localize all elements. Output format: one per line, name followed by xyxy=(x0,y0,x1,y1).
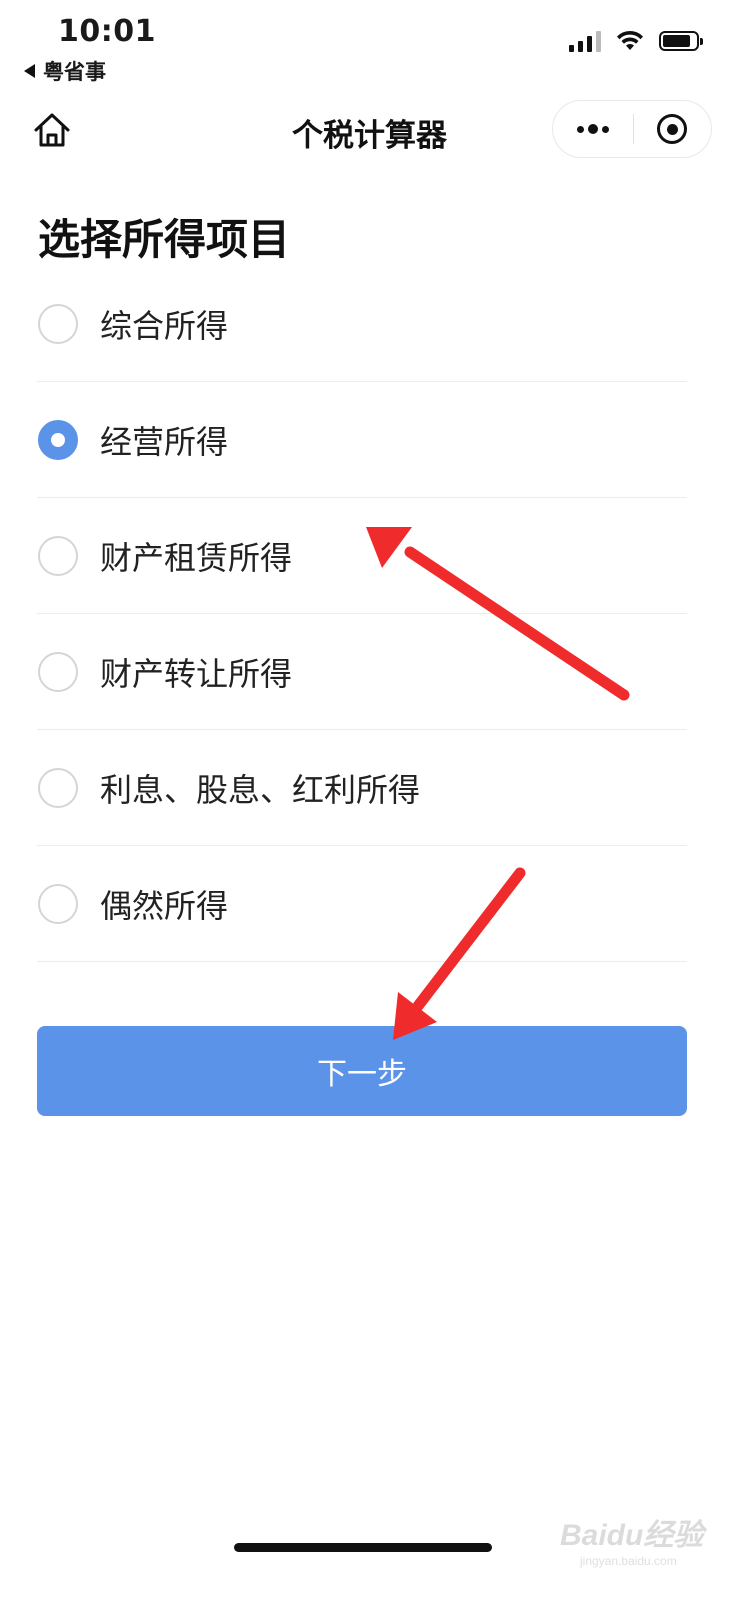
option-property-transfer-income[interactable]: 财产转让所得 xyxy=(37,614,687,730)
radio-button-selected[interactable] xyxy=(38,419,78,460)
more-dots-icon xyxy=(576,124,609,134)
nav-bar: 个税计算器 xyxy=(0,92,739,168)
back-to-app-link[interactable]: 粤省事 xyxy=(24,56,106,86)
home-indicator[interactable] xyxy=(234,1543,492,1552)
option-comprehensive-income[interactable]: 综合所得 xyxy=(37,266,687,382)
option-label: 综合所得 xyxy=(100,306,229,345)
watermark-main-text: Baidu经验 xyxy=(560,1519,704,1552)
baidu-jingyan-watermark: Baidu经验 jingyan.baidu.com xyxy=(560,1510,703,1568)
status-icons xyxy=(569,30,703,52)
radio-button[interactable] xyxy=(38,767,78,808)
option-incidental-income[interactable]: 偶然所得 xyxy=(37,846,687,962)
next-step-button[interactable]: 下一步 xyxy=(37,1026,687,1116)
back-app-label: 粤省事 xyxy=(43,60,106,84)
section-title: 选择所得项目 xyxy=(38,215,291,264)
radio-button[interactable] xyxy=(38,883,78,924)
option-interest-dividend-income[interactable]: 利息、股息、红利所得 xyxy=(37,730,687,846)
wifi-icon xyxy=(617,30,643,50)
option-property-lease-income[interactable]: 财产租赁所得 xyxy=(37,498,687,614)
radio-button[interactable] xyxy=(38,303,78,344)
back-triangle-icon xyxy=(24,64,35,78)
option-label: 财产转让所得 xyxy=(100,654,293,693)
option-label: 经营所得 xyxy=(100,422,229,461)
option-label: 偶然所得 xyxy=(100,886,229,925)
income-type-options: 综合所得 经营所得 财产租赁所得 财产转让所得 利息、股息、红利所得 偶然所得 xyxy=(37,266,687,962)
miniprogram-capsule xyxy=(552,100,712,158)
option-business-income[interactable]: 经营所得 xyxy=(37,382,687,498)
option-label: 利息、股息、红利所得 xyxy=(100,770,421,809)
radio-button[interactable] xyxy=(38,651,78,692)
radio-button[interactable] xyxy=(38,535,78,576)
signal-icon xyxy=(569,30,601,52)
status-time: 10:01 xyxy=(58,14,156,49)
option-label: 财产租赁所得 xyxy=(100,538,293,577)
close-miniprogram-button[interactable] xyxy=(634,101,712,157)
watermark-sub-text: jingyan.baidu.com xyxy=(580,1554,677,1568)
miniprogram-close-icon xyxy=(657,114,688,144)
more-button[interactable] xyxy=(553,101,633,157)
battery-icon xyxy=(659,31,703,51)
status-bar: 10:01 粤省事 xyxy=(0,0,739,92)
